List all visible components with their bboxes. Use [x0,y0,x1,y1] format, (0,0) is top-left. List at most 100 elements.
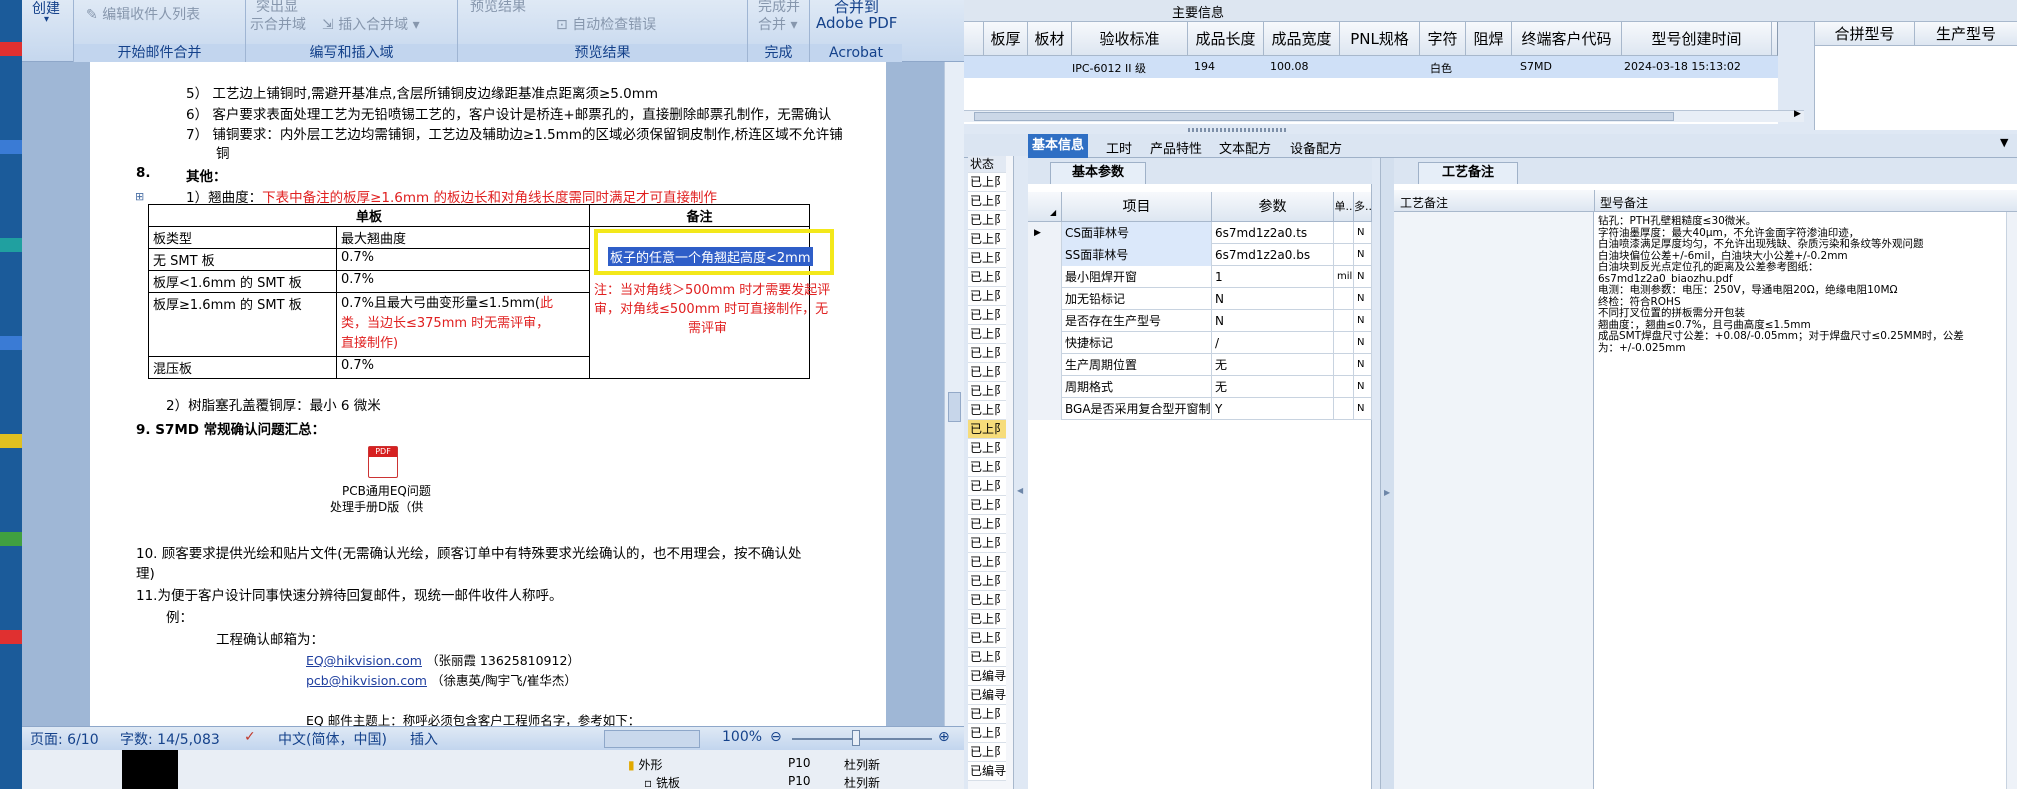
highlight-fields-button-line2[interactable]: 示合并域 [250,14,306,34]
row-selector[interactable] [1028,354,1062,376]
insert-mode-indicator[interactable]: 插入 [410,729,438,749]
row-selector[interactable] [1028,332,1062,354]
params-cell-param[interactable]: 6s7md1z2a0.ts [1212,222,1334,244]
chevron-down-icon[interactable]: ▾ [44,14,49,25]
row-selector[interactable] [1028,244,1062,266]
column-header[interactable]: 终端客户代码 [1512,22,1622,56]
params-row[interactable]: 是否存在生产型号 N N [1028,310,1372,332]
tab-product-features[interactable]: 产品特性 [1150,138,1202,157]
column-header[interactable]: 验收标准 [1072,22,1188,56]
zoom-slider[interactable] [792,738,932,740]
row-selector[interactable] [1028,376,1062,398]
collapse-left-icon[interactable]: ◀ [1017,486,1023,495]
status-item[interactable]: 已上阝 [968,420,1006,439]
horizontal-scrollbar[interactable]: ▶ [964,109,1804,122]
word-count[interactable]: 字数: 14/5,083 [120,729,220,749]
column-header[interactable]: 板厚 [984,22,1028,56]
params-cell-param[interactable]: 6s7md1z2a0.bs [1212,244,1334,266]
params-cell-param[interactable]: Y [1212,398,1334,420]
column-header[interactable]: 阻焊 [1466,22,1512,56]
spellcheck-icon[interactable]: ✓ [244,729,256,745]
auto-check-errors-button[interactable]: ⊡ 自动检查错误 [556,14,656,34]
status-item[interactable]: 已上阝 [968,401,1006,420]
status-item[interactable]: 已上阝 [968,287,1006,306]
params-row[interactable]: ▶ CS面菲林号 6s7md1z2a0.ts N [1028,222,1372,244]
collapse-right-icon[interactable]: ▶ [1384,488,1390,497]
tab-process-memo[interactable]: 工艺备注 [1418,162,1518,184]
pdf-attachment-label-2[interactable]: 处理手册D版（供 [330,498,423,515]
document-page[interactable]: 5） 工艺边上铺铜时,需避开基准点,含层所铺铜皮边缘距基准点距离须≥5.0mm … [90,62,886,728]
splitter-vertical-mid[interactable] [1372,158,1380,789]
status-item[interactable]: 已上阝 [968,458,1006,477]
tree-item-1[interactable]: ▮ 外形 [628,756,662,773]
row-selector[interactable] [1028,398,1062,420]
page-indicator[interactable]: 页面: 6/10 [30,729,99,749]
status-item[interactable]: 已上阝 [968,211,1006,230]
status-item[interactable]: 已上阝 [968,496,1006,515]
column-header[interactable]: 生产型号 [1915,22,2017,46]
status-item[interactable]: 已上阝 [968,173,1006,192]
status-item[interactable]: 已上阝 [968,363,1006,382]
status-item[interactable]: 已上阝 [968,648,1006,667]
email-link-1[interactable]: EQ@hikvision.com [306,653,422,668]
status-item[interactable]: 已上阝 [968,439,1006,458]
tab-work-hours[interactable]: 工时 [1106,138,1132,157]
params-row[interactable]: 加无铅标记 N N [1028,288,1372,310]
status-item[interactable]: 已上阝 [968,249,1006,268]
view-buttons[interactable] [604,730,700,748]
status-item[interactable]: 已上阝 [968,610,1006,629]
status-item[interactable]: 已上阝 [968,306,1006,325]
column-header[interactable]: 板材 [1028,22,1072,56]
tab-basic-params[interactable]: 基本参数 [1050,162,1146,184]
params-row[interactable]: 最小阻焊开窗 1 mil N [1028,266,1372,288]
email-link-2[interactable]: pcb@hikvision.com [306,673,427,688]
params-cell-param[interactable]: N [1212,310,1334,332]
zoom-slider-thumb[interactable] [852,730,860,746]
finish-merge-button-line2[interactable]: 合并 ▾ [758,14,797,34]
pdf-icon[interactable]: PDF [368,446,398,478]
zoom-level[interactable]: 100% [722,729,762,745]
column-header[interactable]: 型号创建时间 [1622,22,1772,56]
preview-results-button[interactable]: 预览结果 [470,0,526,16]
column-header[interactable]: 字符 [1420,22,1466,56]
status-item[interactable]: 已上阝 [968,268,1006,287]
params-col-unit[interactable]: 单.. [1334,192,1354,222]
params-cell-param[interactable]: 无 [1212,376,1334,398]
status-item[interactable]: 已编寻 [968,667,1006,686]
status-item[interactable]: 已上阝 [968,325,1006,344]
params-cell-param[interactable]: / [1212,332,1334,354]
params-row[interactable]: BGA是否采用复合型开窗制作 Y N [1028,398,1372,420]
edit-recipients-button[interactable]: ✎ 编辑收件人列表 [86,4,200,24]
status-item[interactable]: 已编寻 [968,686,1006,705]
language-indicator[interactable]: 中文(简体，中国) [278,729,387,749]
status-item[interactable]: 已上阝 [968,572,1006,591]
table-move-handle[interactable]: ⊞ [135,190,144,203]
tab-basic-info[interactable]: 基本信息 [1028,134,1088,158]
column-header[interactable]: 成品长度 [1188,22,1264,56]
tab-text-recipe[interactable]: 文本配方 [1219,138,1271,157]
tab-equipment-recipe[interactable]: 设备配方 [1290,138,1342,157]
status-item[interactable]: 已上阝 [968,629,1006,648]
process-memo-text[interactable] [1394,212,1594,789]
column-header[interactable]: PNL规格 [1340,22,1420,56]
params-col-item[interactable]: 项目 [1062,192,1212,222]
splitter-vertical-left[interactable]: ◀ [1014,156,1028,789]
status-item[interactable]: 已上阝 [968,724,1006,743]
pdf-attachment-label-1[interactable]: PCB通用EQ问题 [342,482,431,499]
column-header[interactable]: 成品宽度 [1264,22,1340,56]
status-item[interactable]: 已上阝 [968,515,1006,534]
insert-merge-field-button[interactable]: ⇲ 插入合并域 ▾ [322,14,420,34]
status-item[interactable]: 已上阝 [968,344,1006,363]
splitter-grip[interactable] [1188,128,1288,132]
merge-to-pdf-button-line2[interactable]: Adobe PDF [816,14,897,32]
status-item[interactable]: 已上阝 [968,743,1006,762]
status-item[interactable]: 已上阝 [968,705,1006,724]
zoom-out-icon[interactable]: ⊖ [770,729,782,745]
zoom-in-icon[interactable]: ⊕ [938,729,950,745]
params-row[interactable]: 快捷标记 / N [1028,332,1372,354]
memo-scrollbar[interactable] [2006,212,2017,789]
status-item[interactable]: 已上阝 [968,591,1006,610]
params-row[interactable]: SS面菲林号 6s7md1z2a0.bs N [1028,244,1372,266]
status-item[interactable]: 已上阝 [968,534,1006,553]
status-item[interactable]: 已上阝 [968,553,1006,572]
